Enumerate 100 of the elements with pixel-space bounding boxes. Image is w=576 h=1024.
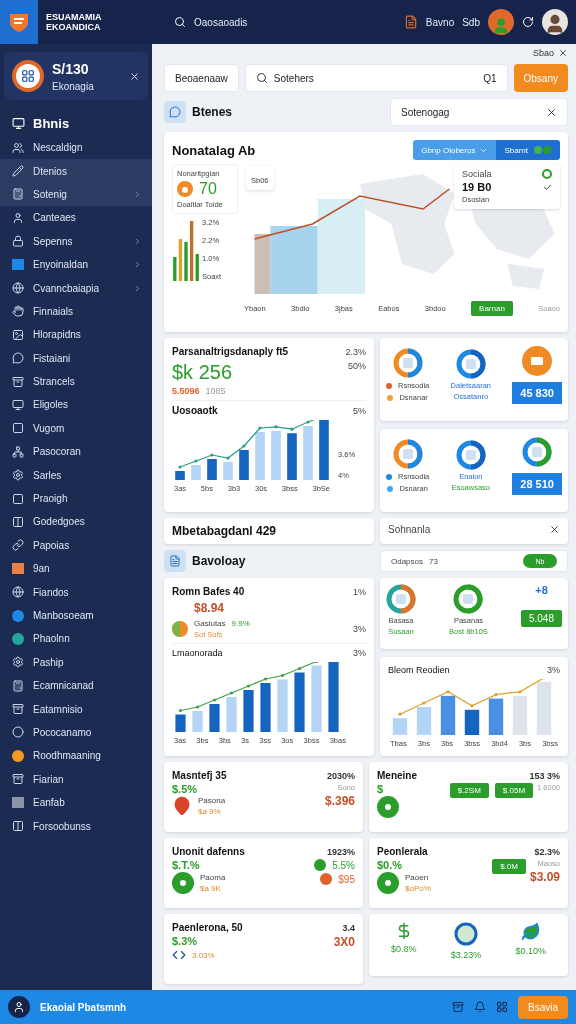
user-avatar[interactable] [542,9,568,35]
brand-name: ESUAMAMIA [46,12,103,22]
bar [271,430,281,480]
card-title: Parsanaltrigsdanaply ft5 [172,346,289,357]
square-icon [12,563,24,575]
sidebar-item[interactable]: Ecamnicanad [0,674,152,698]
sidebar-item[interactable]: Finnaials [0,299,152,324]
close-button[interactable] [558,48,568,58]
paw-icon [177,181,193,197]
badge-text: +8 [535,584,548,596]
map-button[interactable]: Barnan [471,301,513,316]
columns-icon [12,515,24,528]
check-icon [543,182,552,192]
chevron-icon [133,189,142,199]
sidebar-item[interactable]: Sarles [0,463,152,487]
sidebar-item[interactable]: Hlorapidns [0,323,152,347]
search-icon [255,72,268,84]
sidebar-item[interactable]: Dtenios [0,159,152,183]
grid-icon[interactable] [496,1001,508,1013]
rate-text: $.5% [172,783,198,795]
sidebar-item[interactable]: Forsoobunss [0,814,152,838]
sidebar-item[interactable]: Strancels [0,369,152,394]
disc-icon [172,872,194,894]
header-link[interactable]: Bavno [425,16,455,28]
panel-title: Sohnanla [388,524,431,535]
delta-note: 1085 [205,386,226,396]
sidebar-item[interactable]: Canteaes [0,206,152,230]
data-point [178,465,182,469]
count-text: Q1 [483,72,497,84]
sidebar-item[interactable]: Phaolnn [0,627,152,651]
legend-dot [386,382,392,389]
search-icon[interactable] [174,16,186,28]
close-icon[interactable] [546,106,557,118]
sidebar-item[interactable]: Cvanncbaiapia [0,276,152,300]
sidebar-item[interactable]: Sepenns [0,229,152,253]
sidebar-item[interactable]: Eatamnisio [0,697,152,721]
sidebar-item[interactable]: Godedgoes [0,510,152,534]
sidebar-item[interactable]: Praoigh [0,486,152,511]
sidebar-item[interactable]: Pococanamo [0,720,152,745]
sidebar-item[interactable]: Sotenig [0,182,152,207]
header-link[interactable]: Sdb [462,16,480,28]
sidebar-item[interactable]: Papoias [0,533,152,558]
bell-icon[interactable] [474,1001,486,1013]
document-icon[interactable] [403,15,418,29]
data-point [258,426,262,430]
card-title: Unonit dafenns [172,846,245,857]
data-point [226,456,230,460]
value-text: $8.94 [193,601,226,615]
sidebar-item[interactable]: Fiarian [0,767,152,791]
sidebar-item[interactable]: Pasocoran [0,440,152,464]
data-point [229,691,234,695]
avatar[interactable] [488,9,514,35]
sidebar-item[interactable]: Nescaldign [0,136,152,160]
search-label[interactable]: Oaosaoadis [194,16,248,28]
user-icon [13,1001,25,1013]
bar [239,450,249,480]
shield-logo-icon [8,11,30,33]
ring-icon [455,349,486,379]
filter-field[interactable]: Beoaenaaw [164,64,239,92]
rate-text: $.3% [172,935,198,947]
search-field[interactable]: Sotehers Q1 [244,64,508,92]
data-point [242,444,246,448]
bar [488,698,504,735]
bar [255,432,265,480]
card-title: Masntefj 35 [172,770,227,781]
sidebar-item[interactable]: Enyoinaldan [0,252,152,277]
card-title: Meneine [377,770,417,781]
sidebar-item[interactable]: Roodhmaaning [0,744,152,768]
filter-field[interactable]: Sotenogag [390,98,568,126]
percent-text: 2.3% [345,346,366,357]
data-point [263,677,268,681]
sidebar-item[interactable]: 9an [0,557,152,581]
users-icon [12,141,24,154]
bar [207,459,217,480]
sidebar-item[interactable]: Fiandos [0,580,152,604]
value-text: $0.10% [515,946,546,956]
ring-icon [453,584,484,614]
sidebar-item[interactable]: Eligoles [0,393,152,417]
close-button[interactable] [549,524,560,535]
sidebar-item[interactable]: Eanfab [0,790,152,815]
percent-text: $2.3% [534,846,560,857]
bar [192,711,203,732]
lock-icon [12,235,24,248]
sidebar-item[interactable]: Paship [0,650,152,674]
refresh-icon[interactable] [522,16,534,28]
value-button[interactable]: $.2SM [449,783,489,798]
legend-dot [387,485,394,492]
value-box: 45 830 [512,382,562,404]
sidebar-item[interactable]: Fistaiani [0,346,152,370]
value-button[interactable]: $.0M [492,859,526,874]
hand-icon [12,305,24,318]
bar [287,433,297,480]
close-button[interactable] [129,70,140,82]
value-button[interactable]: $.05M [494,783,534,798]
split-button[interactable]: Sbarnt [496,140,560,160]
archive-icon[interactable] [452,1001,464,1013]
sidebar-item[interactable]: Manbosoeam [0,603,152,628]
sidebar-item[interactable]: Vugom [0,416,152,441]
value-button[interactable]: 5.048 [520,610,562,627]
big-value: $k 256 [172,361,233,384]
